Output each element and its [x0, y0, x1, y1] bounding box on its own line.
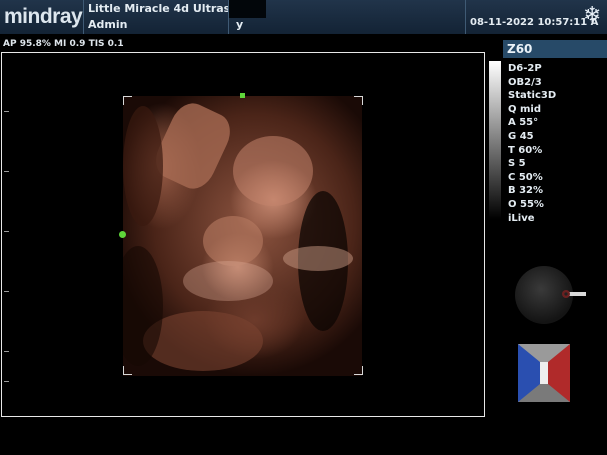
date-time: 08-11-2022 10:57:11 A — [470, 17, 599, 28]
exam-preset: OB2/3 — [508, 76, 542, 88]
header-divider — [465, 0, 466, 34]
top-marker[interactable] — [240, 93, 245, 98]
depth-tick — [4, 111, 9, 112]
smooth: S 5 — [508, 158, 526, 170]
contrast: C 50% — [508, 171, 543, 183]
depth-tick — [4, 231, 9, 232]
roi-corner — [123, 366, 132, 375]
orientation-cube-icon[interactable] — [518, 344, 570, 402]
header-divider — [83, 0, 84, 34]
header-divider — [228, 0, 229, 34]
roi-corner — [123, 96, 132, 105]
angle: A 55° — [508, 117, 539, 129]
probe-type: D6-2P — [508, 63, 542, 74]
depth-tick — [4, 351, 9, 352]
side-marker[interactable] — [119, 231, 126, 238]
threshold: T 60% — [508, 144, 543, 156]
header-bar: mindray Little Miracle 4d Ultrasou… Admi… — [0, 0, 607, 34]
render-mode: iLive — [508, 212, 535, 224]
brand-logo: mindray — [4, 5, 83, 28]
system-model: Z60 — [503, 40, 607, 58]
opacity: O 55% — [508, 198, 544, 210]
depth-tick — [4, 381, 9, 382]
patient-name-redacted — [228, 0, 266, 18]
gain: G 45 — [508, 130, 534, 142]
depth-tick — [4, 291, 9, 292]
imaging-mode: Static3D — [508, 90, 557, 102]
grayscale-bar — [489, 61, 501, 219]
brightness: B 32% — [508, 185, 544, 197]
quality: Q mid — [508, 103, 541, 115]
operator-name: Admin — [88, 18, 128, 31]
fetal-3d-render — [123, 96, 362, 376]
imaging-params: D6-2P OB2/3 Static3D Q mid A 55° G 45 T … — [508, 62, 556, 225]
roi-corner — [354, 366, 363, 375]
snowflake-icon[interactable]: ❄ — [583, 3, 601, 29]
acoustic-params: AP 95.8% MI 0.9 TIS 0.1 — [3, 39, 124, 49]
roi-corner — [354, 96, 363, 105]
depth-tick — [4, 171, 9, 172]
patient-id: y — [236, 18, 244, 31]
light-direction-icon[interactable] — [558, 289, 588, 299]
